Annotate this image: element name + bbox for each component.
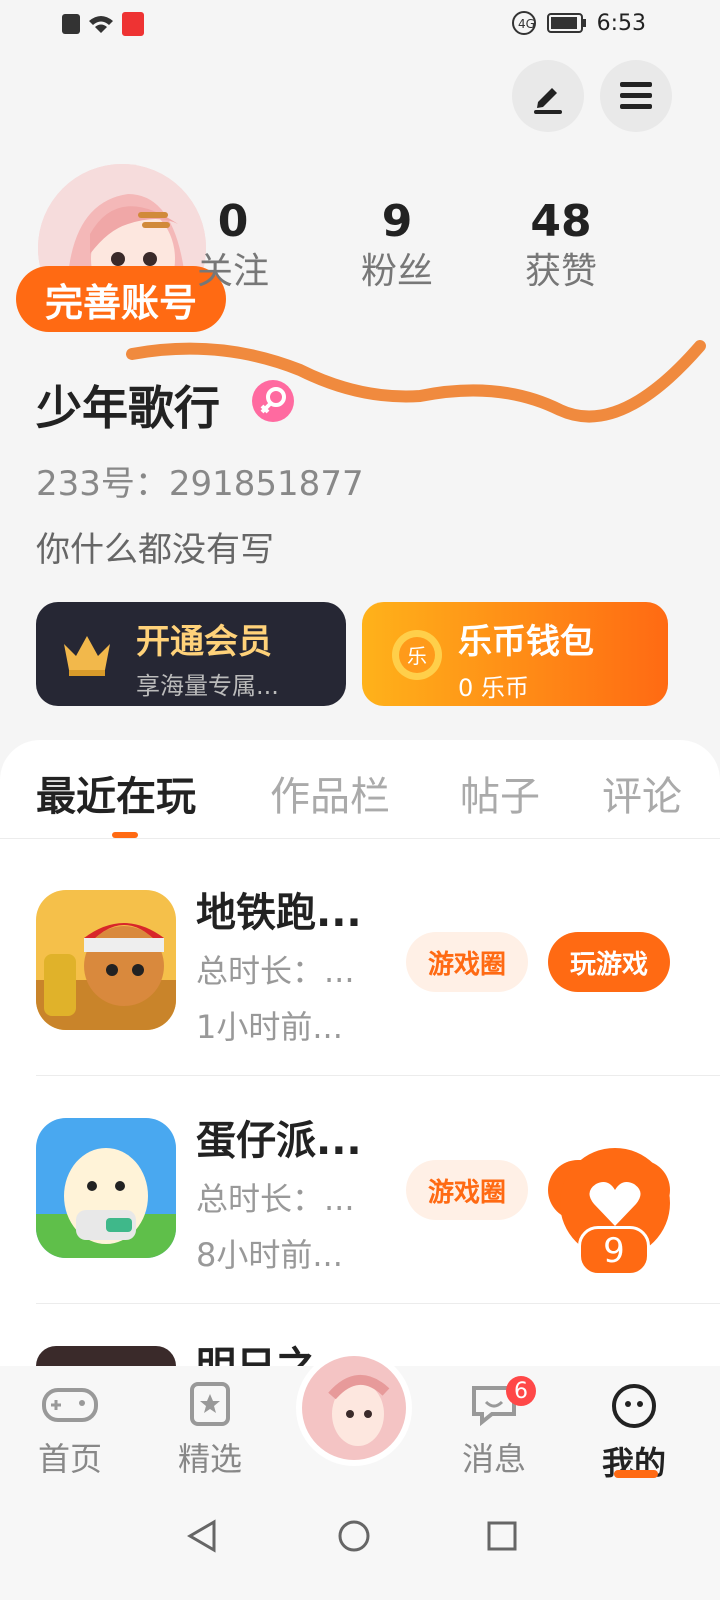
nav-messages-label: 消息: [461, 1440, 526, 1478]
stat-following-count: 0: [217, 196, 249, 247]
tabs-divider: [0, 838, 720, 839]
edit-button[interactable]: [512, 60, 584, 132]
user-id: 233号：291851877: [36, 464, 364, 504]
wifi-icon: [89, 16, 113, 33]
avatar: [302, 1356, 406, 1460]
game-circle-button[interactable]: 游戏圈: [406, 1160, 528, 1220]
stat-following-label: 关注: [196, 251, 269, 292]
stat-followers-count: 9: [381, 196, 413, 247]
game-icon-partial[interactable]: [36, 1346, 176, 1366]
menu-button[interactable]: [600, 60, 672, 132]
profile-name: 少年歌行: [36, 381, 220, 435]
star-card-icon: [190, 1382, 230, 1426]
gamepad-icon: [42, 1388, 98, 1422]
nav-featured[interactable]: 精选: [150, 1382, 270, 1480]
stat-likes-count: 48: [530, 196, 592, 247]
game-title[interactable]: 地铁跑...: [196, 880, 362, 938]
status-left-icons: [62, 12, 144, 36]
game-icon-subway[interactable]: [36, 890, 176, 1030]
battery-icon: [546, 13, 586, 33]
nav-home-label: 首页: [37, 1440, 102, 1478]
tab-recent-play[interactable]: 最近在玩: [36, 764, 196, 822]
edit-icon: [534, 88, 562, 114]
nav-featured-label: 精选: [177, 1440, 242, 1478]
wallet-balance: 0 乐币: [458, 674, 529, 702]
network-label: 4G: [518, 17, 535, 31]
vip-subtitle: 享海量专属...: [136, 672, 279, 700]
game-duration: 总时长：...: [196, 952, 355, 990]
home-icon[interactable]: [336, 1518, 372, 1554]
game-icon-eggy[interactable]: [36, 1118, 176, 1258]
stat-followers[interactable]: 9 粉丝: [342, 196, 452, 296]
crown-icon: [64, 636, 110, 676]
nav-home[interactable]: 首页: [10, 1382, 130, 1480]
nav-me[interactable]: 我的: [574, 1382, 694, 1484]
row-divider: [36, 1075, 720, 1076]
vip-card[interactable]: 开通会员 享海量专属...: [36, 602, 346, 706]
stat-followers-label: 粉丝: [360, 251, 433, 292]
clock: 6:53: [596, 10, 646, 36]
network-icon: 4G: [511, 11, 536, 35]
nav-active-indicator: [614, 1470, 658, 1478]
wallet-title: 乐币钱包: [458, 622, 594, 662]
coin-icon: 乐: [392, 630, 442, 680]
coin-char: 乐: [407, 644, 427, 668]
stat-likes[interactable]: 48 获赞: [506, 196, 616, 296]
game-duration: 总时长：...: [196, 1180, 355, 1218]
like-count: 9: [578, 1226, 650, 1276]
back-icon[interactable]: [184, 1518, 220, 1554]
stat-likes-label: 获赞: [524, 251, 597, 292]
wallet-card[interactable]: 乐 乐币钱包 0 乐币: [362, 602, 668, 706]
tab-posts[interactable]: 帖子: [460, 764, 540, 822]
game-title[interactable]: 蛋仔派...: [196, 1108, 362, 1166]
tab-works[interactable]: 作品栏: [270, 764, 390, 822]
game-circle-button[interactable]: 游戏圈: [406, 932, 528, 992]
tab-comments[interactable]: 评论: [602, 764, 682, 822]
stat-following[interactable]: 0 关注: [178, 196, 288, 296]
status-bar: 4G 6:53: [0, 0, 720, 48]
app-notification-icon: [122, 12, 144, 36]
game-last-played: 8小时前...: [196, 1236, 343, 1274]
row-divider: [36, 1303, 720, 1304]
system-nav-bar: [0, 1492, 720, 1600]
smile-icon: [612, 1384, 656, 1428]
status-right: 4G 6:53: [511, 10, 646, 36]
message-badge: 6: [506, 1376, 536, 1406]
vip-title: 开通会员: [136, 622, 272, 662]
game-last-played: 1小时前...: [196, 1008, 343, 1046]
alert-icon: [62, 14, 80, 34]
nav-center-avatar[interactable]: [296, 1350, 412, 1466]
play-game-button[interactable]: 玩游戏: [548, 932, 670, 992]
nav-messages[interactable]: 消息: [434, 1382, 554, 1480]
menu-icon: [620, 82, 652, 109]
profile-bio[interactable]: 你什么都没有写: [36, 522, 274, 571]
recents-icon[interactable]: [484, 1518, 520, 1554]
female-icon: [252, 380, 294, 422]
